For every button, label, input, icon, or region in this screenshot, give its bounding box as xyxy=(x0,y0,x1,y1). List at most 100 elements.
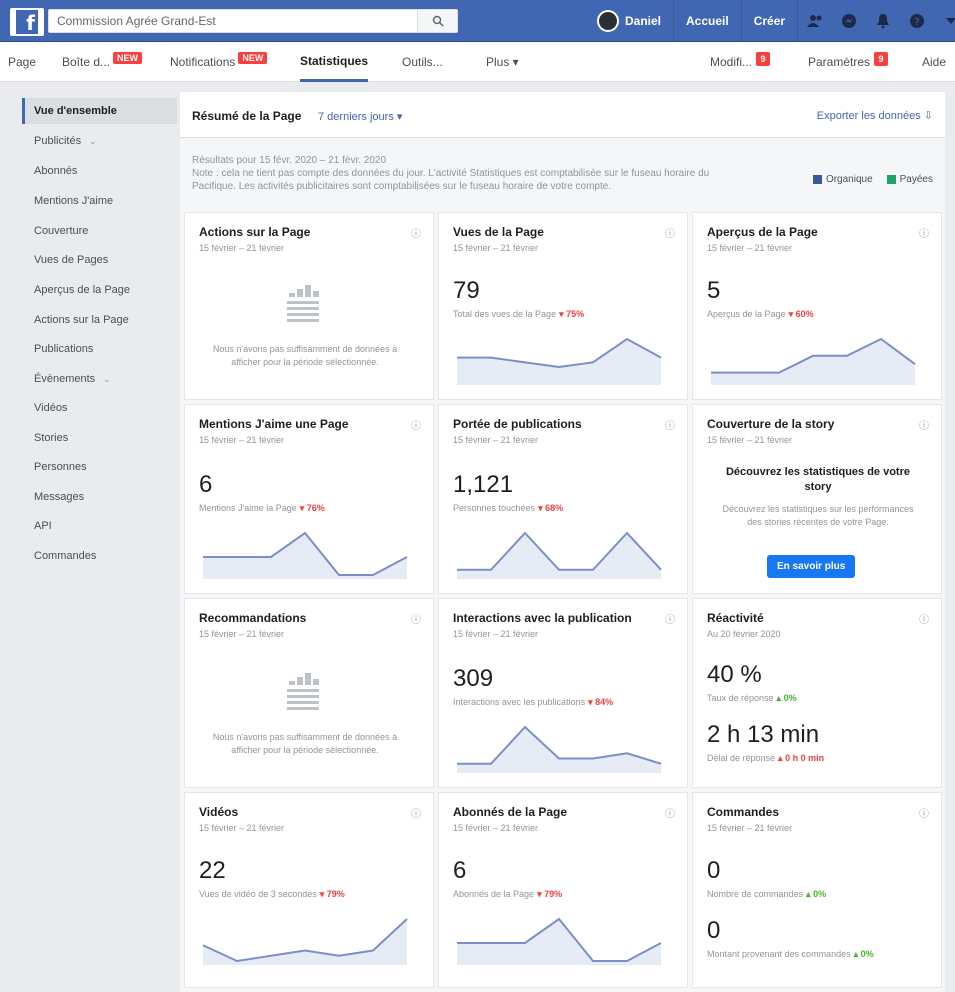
note-text: Note : cela ne tient pas compte des donn… xyxy=(192,168,710,192)
card-title: Recommandations xyxy=(199,611,307,625)
tab-edit[interactable]: Modifi... 9 xyxy=(710,42,771,82)
tab-tools[interactable]: Outils... xyxy=(402,42,443,82)
info-icon[interactable]: ⓘ xyxy=(411,417,421,432)
home-link[interactable]: Accueil xyxy=(674,0,742,42)
info-icon[interactable]: ⓘ xyxy=(411,805,421,820)
info-icon[interactable]: ⓘ xyxy=(919,611,929,626)
avatar xyxy=(597,10,619,32)
card-date: 15 février – 21 février xyxy=(453,823,539,833)
card-title: Commandes xyxy=(707,805,780,819)
sparkline-area xyxy=(203,919,407,965)
help-icon[interactable]: ? xyxy=(908,12,926,30)
sidebar-item-likes[interactable]: Mentions J'aime xyxy=(22,188,177,214)
info-icon[interactable]: ⓘ xyxy=(919,417,929,432)
search-button[interactable] xyxy=(417,10,457,32)
sidebar-item-messages[interactable]: Messages xyxy=(22,484,177,510)
tab-statistics[interactable]: Statistiques xyxy=(300,42,369,82)
facebook-f-icon: f xyxy=(16,10,38,35)
sparkline-engagement xyxy=(457,725,662,773)
card-videos[interactable]: Vidéos 15 février – 21 février ⓘ 22 Vues… xyxy=(184,792,434,988)
top-bar: f Commission Agrée Grand-Est Daniel Accu… xyxy=(0,0,955,42)
info-icon[interactable]: ⓘ xyxy=(919,805,929,820)
sparkline-area xyxy=(711,339,915,385)
card-page-actions[interactable]: Actions sur la Page 15 février – 21 févr… xyxy=(184,212,434,400)
create-link[interactable]: Créer xyxy=(742,0,799,42)
tab-more[interactable]: Plus ▾ xyxy=(486,42,519,82)
card-orders[interactable]: Commandes 15 février – 21 février ⓘ 0 No… xyxy=(692,792,942,988)
info-icon[interactable]: ⓘ xyxy=(411,611,421,626)
metric-delta: ▾ 79% xyxy=(319,889,345,899)
inbox-badge: NEW xyxy=(113,52,143,64)
sidebar-item-followers[interactable]: Abonnés xyxy=(22,158,177,184)
card-recommendations[interactable]: Recommandations 15 février – 21 février … xyxy=(184,598,434,788)
metric-label: Interactions avec les publications ▾ 84% xyxy=(453,697,613,708)
tab-settings[interactable]: Paramètres 9 xyxy=(808,42,889,82)
card-date: 15 février – 21 février xyxy=(199,435,285,445)
card-story-reach[interactable]: Couverture de la story 15 février – 21 f… xyxy=(692,404,942,594)
metric-value: 309 xyxy=(453,665,494,692)
info-icon[interactable]: ⓘ xyxy=(665,805,675,820)
tab-settings-label: Paramètres xyxy=(808,55,871,69)
account-menu-icon[interactable] xyxy=(942,12,955,30)
card-page-likes[interactable]: Mentions J'aime une Page 15 février – 21… xyxy=(184,404,434,594)
sidebar-item-api[interactable]: API xyxy=(22,513,177,539)
search-input[interactable]: Commission Agrée Grand-Est xyxy=(48,9,458,33)
messenger-icon[interactable] xyxy=(840,12,858,30)
card-post-engagement[interactable]: Interactions avec la publication 15 févr… xyxy=(438,598,688,788)
info-icon[interactable]: ⓘ xyxy=(411,225,421,240)
tab-help[interactable]: Aide xyxy=(922,42,946,82)
sidebar-item-label: Messages xyxy=(34,491,85,503)
tab-inbox[interactable]: Boîte d... NEW xyxy=(62,42,143,82)
export-data-link[interactable]: Exporter les données ⇩ xyxy=(817,109,933,122)
notifications-badge: NEW xyxy=(238,52,268,64)
no-data-icon xyxy=(287,285,319,322)
sidebar-item-people[interactable]: Personnes xyxy=(22,454,177,480)
card-page-previews[interactable]: Aperçus de la Page 15 février – 21 févri… xyxy=(692,212,942,400)
sidebar-item-videos[interactable]: Vidéos xyxy=(22,395,177,421)
card-page-views[interactable]: Vues de la Page 15 février – 21 février … xyxy=(438,212,688,400)
page-title: Résumé de la Page xyxy=(192,109,302,123)
sidebar-item-label: Publications xyxy=(34,343,94,355)
info-icon[interactable]: ⓘ xyxy=(665,225,675,240)
sidebar-item-page-views[interactable]: Vues de Pages xyxy=(22,247,177,273)
facebook-logo[interactable]: f xyxy=(10,8,44,36)
sidebar-item-posts[interactable]: Publications xyxy=(22,336,177,362)
legend: Organique Payées xyxy=(812,174,933,185)
sidebar-item-label: Couverture xyxy=(34,225,89,237)
sidebar-item-events[interactable]: Évènements ⌄ xyxy=(22,366,177,392)
sparkline-area xyxy=(457,533,661,579)
profile-link[interactable]: Daniel xyxy=(585,0,675,42)
sidebar-item-reach[interactable]: Couverture xyxy=(22,218,177,244)
sidebar-item-label: Vue d'ensemble xyxy=(34,105,117,117)
metric-value: 79 xyxy=(453,277,480,304)
tab-notifications[interactable]: Notifications NEW xyxy=(170,42,268,82)
card-post-reach[interactable]: Portée de publications 15 février – 21 f… xyxy=(438,404,688,594)
info-icon[interactable]: ⓘ xyxy=(665,417,675,432)
chevron-down-icon: ⌄ xyxy=(89,135,97,146)
metric-value: 6 xyxy=(199,471,213,498)
sidebar-item-stories[interactable]: Stories xyxy=(22,425,177,451)
date-range-dropdown[interactable]: 7 derniers jours ▾ xyxy=(318,110,402,123)
sparkline-area xyxy=(457,727,661,773)
sparkline-videos xyxy=(202,918,408,965)
friends-icon[interactable] xyxy=(806,12,824,30)
card-title: Interactions avec la publication xyxy=(453,611,632,625)
notifications-icon[interactable] xyxy=(874,12,892,30)
card-title: Portée de publications xyxy=(453,417,582,431)
response-time-label: Délai de réponse ▴ 0 h 0 min xyxy=(707,753,824,764)
tab-page[interactable]: Page xyxy=(8,42,36,82)
sidebar-item-ads[interactable]: Publicités ⌄ xyxy=(22,128,177,154)
info-icon[interactable]: ⓘ xyxy=(665,611,675,626)
metric-delta: ▴ 0 h 0 min xyxy=(778,753,825,763)
sidebar-item-label: Commandes xyxy=(34,550,97,562)
info-icon[interactable]: ⓘ xyxy=(919,225,929,240)
sparkline-previews xyxy=(711,337,916,385)
sidebar-item-actions[interactable]: Actions sur la Page xyxy=(22,307,177,333)
card-responsiveness[interactable]: Réactivité Au 20 février 2020 ⓘ 40 % Tau… xyxy=(692,598,942,788)
sidebar-item-overview[interactable]: Vue d'ensemble xyxy=(22,98,177,124)
sidebar-item-page-previews[interactable]: Aperçus de la Page xyxy=(22,277,177,303)
sidebar-item-orders[interactable]: Commandes xyxy=(22,543,177,569)
legend-organic-swatch xyxy=(812,175,822,184)
learn-more-button[interactable]: En savoir plus xyxy=(767,555,856,578)
card-page-followers[interactable]: Abonnés de la Page 15 février – 21 févri… xyxy=(438,792,688,988)
